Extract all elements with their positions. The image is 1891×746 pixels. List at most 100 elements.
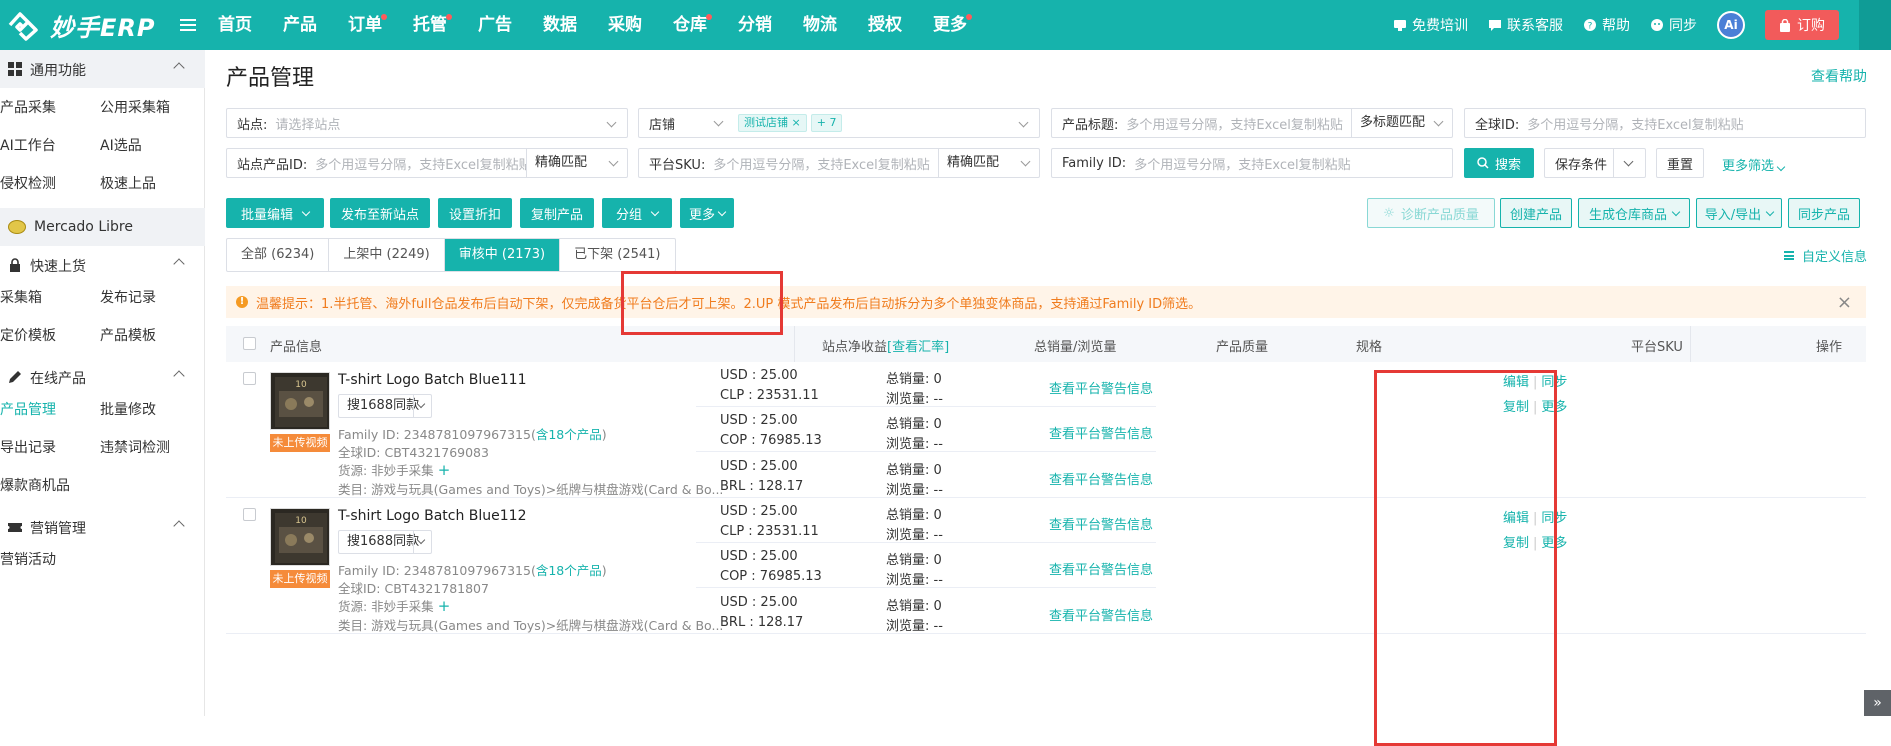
tab-1[interactable]: 上架中 (2249) [329, 239, 445, 271]
view-warning-link[interactable]: 查看平台警告信息 [1049, 605, 1153, 624]
close-icon[interactable]: × [792, 116, 801, 129]
nav-item-10[interactable]: 授权 [868, 0, 902, 50]
highlight-box-quality [1374, 370, 1557, 746]
nav-item-5[interactable]: 数据 [543, 0, 577, 50]
chevron-down-icon[interactable] [1623, 156, 1634, 167]
global-id-input[interactable]: 全球ID: 多个用逗号分隔，支持Excel复制粘贴 [1464, 108, 1866, 138]
sidebar-item-collect[interactable]: 产品采集 [0, 98, 56, 118]
more-button[interactable]: 更多 [680, 198, 734, 228]
sync-link-top[interactable]: 同步 [1650, 15, 1697, 35]
sidebar-item-banned[interactable]: 违禁词检测 [100, 438, 170, 458]
sidebar-item-hot[interactable]: 爆款商机品 [0, 476, 70, 496]
title-input[interactable]: 产品标题: 多个用逗号分隔，支持Excel复制粘贴 多标题匹配 [1051, 108, 1453, 138]
sidebar-item-prod-mgmt[interactable]: 产品管理 [0, 400, 56, 420]
group-button[interactable]: 分组 [602, 198, 672, 228]
product-thumbnail[interactable]: 10 [270, 372, 330, 430]
sidebar-group-online[interactable]: 在线产品 [0, 358, 205, 396]
import-export-button[interactable]: 导入/导出 [1696, 198, 1782, 228]
sidebar-group-marketing[interactable]: 营销管理 [0, 508, 205, 546]
search-button[interactable]: 搜索 [1464, 148, 1534, 178]
publish-new-site-button[interactable]: 发布至新站点 [330, 198, 430, 228]
nav-item-11[interactable]: 更多 [933, 0, 972, 50]
sidebar-group-common[interactable]: 通用功能 [0, 50, 205, 88]
sidebar-item-box[interactable]: 采集箱 [0, 288, 42, 308]
sidebar-item-price-tpl[interactable]: 定价模板 [0, 326, 56, 346]
more-filters-link[interactable]: 更多筛选 [1722, 155, 1786, 174]
tab-0[interactable]: 全部 (6234) [227, 239, 330, 271]
logo[interactable]: 妙手ERP [6, 8, 155, 42]
view-warning-link[interactable]: 查看平台警告信息 [1049, 378, 1153, 397]
sidebar-item-export-log[interactable]: 导出记录 [0, 438, 56, 458]
row-checkbox[interactable] [243, 508, 256, 521]
sidebar-item-infringe[interactable]: 侵权检测 [0, 174, 56, 194]
view-warning-link[interactable]: 查看平台警告信息 [1049, 423, 1153, 442]
nav-item-7[interactable]: 仓库 [673, 0, 712, 50]
batch-edit-button[interactable]: 批量编辑 [226, 198, 324, 228]
ai-assistant-icon[interactable]: Ai [1717, 11, 1745, 39]
view-help-link[interactable]: 查看帮助 [1811, 66, 1867, 86]
sidebar-item-fast-list[interactable]: 极速上品 [100, 174, 156, 194]
copy-product-button[interactable]: 复制产品 [520, 198, 594, 228]
close-icon[interactable]: × [1837, 292, 1852, 313]
sidebar-group-quick[interactable]: 快速上货 [0, 246, 205, 284]
product-title[interactable]: T-shirt Logo Batch Blue112 [338, 508, 527, 524]
shop-tag: 测试店铺 × [738, 114, 807, 132]
site-product-id-input[interactable]: 站点产品ID: 多个用逗号分隔，支持Excel复制粘贴 精确匹配 [226, 148, 628, 178]
nav-item-3[interactable]: 托管 [413, 0, 452, 50]
gen-warehouse-button[interactable]: 生成仓库商品 [1578, 198, 1690, 228]
view-warning-link[interactable]: 查看平台警告信息 [1049, 469, 1153, 488]
free-training-link[interactable]: 免费培训 [1393, 15, 1468, 35]
sidebar-item-publish-log[interactable]: 发布记录 [100, 288, 156, 308]
reset-button[interactable]: 重置 [1656, 148, 1704, 178]
row-checkbox[interactable] [243, 372, 256, 385]
set-discount-button[interactable]: 设置折扣 [438, 198, 512, 228]
nav-item-0[interactable]: 首页 [218, 0, 252, 50]
plus-icon[interactable]: + [438, 597, 451, 615]
order-button[interactable]: 订购 [1765, 10, 1839, 40]
family-id-input[interactable]: Family ID: 多个用逗号分隔，支持Excel复制粘贴 [1051, 148, 1453, 178]
shop-select[interactable]: 店铺 测试店铺 × + 7 [638, 108, 1040, 138]
nav-item-6[interactable]: 采购 [608, 0, 642, 50]
sidebar-item-ai-bench[interactable]: AI工作台 [0, 136, 56, 156]
title-match-select[interactable]: 多标题匹配 [1352, 109, 1452, 137]
nav-item-1[interactable]: 产品 [283, 0, 317, 50]
tab-3[interactable]: 已下架 (2541) [560, 239, 674, 271]
sidebar-item-public-box[interactable]: 公用采集箱 [100, 98, 170, 118]
status-tabs: 全部 (6234) 上架中 (2249) 审核中 (2173) 已下架 (2541) [226, 238, 676, 272]
search-1688-button[interactable]: 搜1688同款 [338, 530, 432, 554]
view-warning-link[interactable]: 查看平台警告信息 [1049, 559, 1153, 578]
nav-item-8[interactable]: 分销 [738, 0, 772, 50]
sidebar-item-prod-tpl[interactable]: 产品模板 [100, 326, 156, 346]
product-thumbnail[interactable]: 10 [270, 508, 330, 566]
sidebar-item-campaign[interactable]: 营销活动 [0, 550, 56, 570]
sync-products-button[interactable]: 同步产品 [1788, 198, 1860, 228]
double-chevron-right-icon[interactable]: » [1864, 690, 1891, 716]
help-link-top[interactable]: ? 帮助 [1583, 15, 1630, 35]
nav-item-4[interactable]: 广告 [478, 0, 512, 50]
sidebar-item-batch-edit[interactable]: 批量修改 [100, 400, 156, 420]
view-rate-link[interactable]: [查看汇率] [887, 340, 949, 355]
save-conditions-button[interactable]: 保存条件 [1544, 148, 1646, 178]
select-all-checkbox[interactable] [243, 337, 256, 350]
site-select[interactable]: 站点: 请选择站点 [226, 108, 628, 138]
sku-match-select[interactable]: 精确匹配 [939, 149, 1039, 177]
search-1688-button[interactable]: 搜1688同款 [338, 394, 432, 418]
nav-item-2[interactable]: 订单 [348, 0, 387, 50]
custom-info-link[interactable]: 自定义信息 [1783, 246, 1867, 265]
product-title[interactable]: T-shirt Logo Batch Blue111 [338, 372, 527, 388]
sidebar-item-ai-select[interactable]: AI选品 [100, 136, 142, 156]
contact-service-link[interactable]: 联系客服 [1488, 15, 1563, 35]
nav-item-9[interactable]: 物流 [803, 0, 837, 50]
sidebar-item-mercado[interactable]: Mercado Libre [0, 208, 205, 246]
view-warning-link[interactable]: 查看平台警告信息 [1049, 514, 1153, 533]
family-products-link[interactable]: 含18个产品 [536, 563, 602, 578]
nav-item-label: 更多 [933, 15, 967, 35]
menu-toggle-icon[interactable] [180, 16, 196, 32]
site-pid-match-select[interactable]: 精确匹配 [527, 149, 627, 177]
tab-2[interactable]: 审核中 (2173) [444, 239, 561, 271]
family-products-link[interactable]: 含18个产品 [536, 427, 602, 442]
create-product-button[interactable]: 创建产品 [1500, 198, 1572, 228]
plus-icon[interactable]: + [438, 461, 451, 479]
sku-input[interactable]: 平台SKU: 多个用逗号分隔，支持Excel复制粘贴 精确匹配 [638, 148, 1040, 178]
diagnose-quality-button[interactable]: ☼ 诊断产品质量 [1367, 198, 1495, 228]
